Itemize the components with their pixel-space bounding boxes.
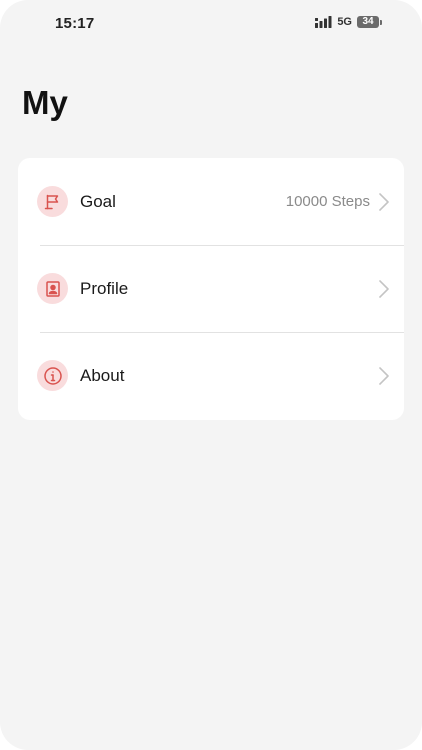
menu-item-label: About [80, 365, 125, 385]
menu-item-goal[interactable]: Goal 10000 Steps [18, 158, 404, 245]
page-title: My [22, 84, 68, 121]
profile-card-icon [37, 273, 68, 304]
menu-item-about[interactable]: About [18, 332, 404, 419]
settings-menu-card: Goal 10000 Steps Profile About [18, 158, 404, 420]
network-type-label: 5G [337, 16, 352, 28]
status-time: 15:17 [55, 15, 95, 32]
menu-item-label: Goal [80, 191, 116, 211]
status-bar: 15:17 5G 34 [0, 0, 422, 48]
flag-icon [37, 186, 68, 217]
signal-icon [315, 16, 332, 28]
goal-value: 10000 Steps [285, 193, 370, 210]
info-icon [37, 360, 68, 391]
menu-item-label: Profile [80, 278, 129, 298]
chevron-right-icon [379, 366, 389, 385]
menu-item-profile[interactable]: Profile [18, 245, 404, 332]
chevron-right-icon [379, 279, 389, 298]
battery-cap [380, 19, 382, 25]
app-screen: 15:17 5G 34 My Goal 10000 Steps Profile … [0, 0, 422, 750]
status-indicators: 5G 34 [315, 16, 382, 28]
battery-icon: 34 [357, 16, 382, 28]
battery-level: 34 [357, 16, 379, 28]
chevron-right-icon [379, 192, 389, 211]
